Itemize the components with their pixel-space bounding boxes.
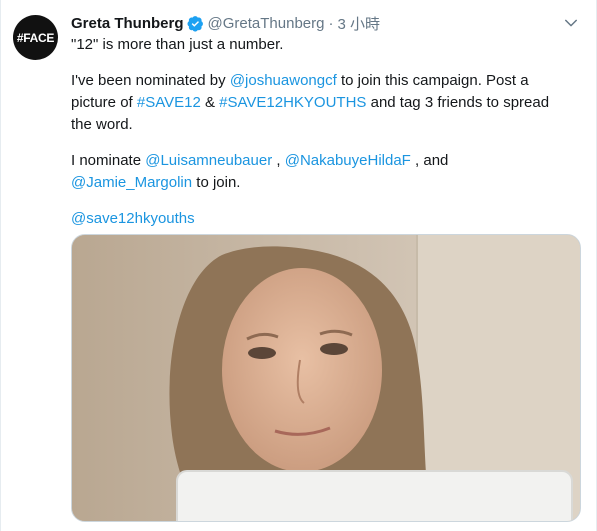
mention-link[interactable]: @joshuawongcf	[230, 72, 337, 89]
tweet-paragraph-3: I nominate @Luisamneubauer , @NakabuyeHi…	[71, 150, 571, 194]
avatar[interactable]: #FACE	[13, 15, 58, 60]
text-segment: , and	[410, 152, 449, 169]
tweet-text: "12" is more than just a number. I've be…	[71, 34, 571, 230]
hashtag-link[interactable]: #SAVE12	[137, 94, 201, 111]
mention-link[interactable]: @Luisamneubauer	[145, 152, 272, 169]
timestamp[interactable]: 3 小時	[337, 13, 380, 34]
text-segment: ,	[272, 152, 285, 169]
mention-link[interactable]: @Jamie_Margolin	[71, 174, 192, 191]
display-name[interactable]: Greta Thunberg	[71, 15, 184, 32]
tweet[interactable]: #FACE Greta Thunberg @GretaThunberg · 3 …	[0, 0, 597, 531]
text-segment: &	[200, 94, 220, 111]
handle[interactable]: @GretaThunberg	[208, 15, 325, 32]
tweet-paragraph-4: @save12hkyouths	[71, 208, 571, 230]
text-segment: I nominate	[71, 152, 146, 169]
chevron-down-icon[interactable]	[562, 14, 580, 32]
photo-image	[72, 235, 580, 521]
avatar-text: #FACE	[16, 30, 55, 45]
tweet-line-1: "12" is more than just a number.	[71, 36, 284, 53]
hashtag-link[interactable]: #SAVE12HKYOUTHS	[219, 94, 366, 111]
text-segment: to join.	[192, 174, 241, 191]
tweet-header: Greta Thunberg @GretaThunberg · 3 小時	[71, 12, 380, 34]
mention-link[interactable]: @NakabuyeHildaF	[285, 152, 411, 169]
mention-link[interactable]: @save12hkyouths	[71, 210, 195, 227]
text-segment: I've been nominated by	[71, 72, 230, 89]
tweet-photo[interactable]	[71, 234, 581, 522]
separator-dot: ·	[328, 14, 334, 32]
verified-badge-icon	[187, 15, 203, 32]
tweet-paragraph-2: I've been nominated by @joshuawongcf to …	[71, 70, 571, 136]
